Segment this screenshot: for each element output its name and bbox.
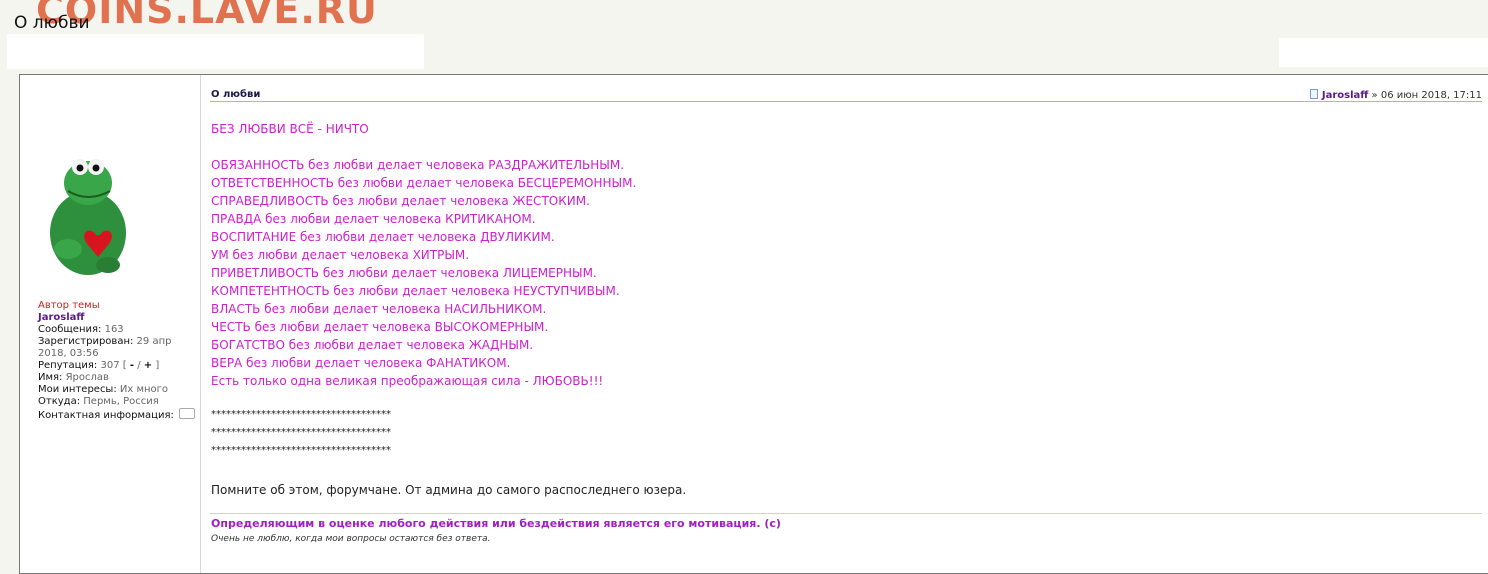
page-title[interactable]: О любви	[14, 13, 90, 33]
message-icon[interactable]	[179, 408, 196, 419]
avatar[interactable]	[38, 153, 138, 283]
author-info: Автор темы Jaroslaff Сообщения: 163 Заре…	[38, 300, 198, 422]
signature-divider	[210, 513, 1482, 514]
posts-label: Сообщения:	[38, 324, 102, 335]
location: Откуда: Пермь, Россия	[38, 396, 198, 408]
from-value: Пермь, Россия	[83, 396, 159, 407]
rep-bracket-close: ]	[155, 360, 160, 371]
text-line: ЧЕСТЬ без любви делает человека ВЫСОКОМЕ…	[211, 320, 549, 334]
post-meta: Jaroslaff » 06 июн 2018, 17:11	[1309, 89, 1482, 101]
from-label: Откуда:	[38, 396, 81, 407]
text-line: БОГАТСТВО без любви делает человека ЖАДН…	[211, 338, 534, 352]
post-icon[interactable]	[1309, 89, 1318, 99]
text-line: СПРАВЕДЛИВОСТЬ без любви делает человека…	[211, 194, 590, 208]
author-profile: Автор темы Jaroslaff Сообщения: 163 Заре…	[20, 75, 201, 573]
text-line: ПРИВЕТЛИВОСТЬ без любви делает человека …	[211, 266, 597, 280]
stars-line: ************************************	[211, 427, 391, 438]
author-name-link[interactable]: Jaroslaff	[38, 312, 198, 324]
header-blank-right	[1279, 38, 1488, 67]
real-name: Имя: Ярослав	[38, 372, 198, 384]
post-header: О любви Jaroslaff » 06 июн 2018, 17:11	[210, 83, 1482, 102]
text-line: УМ без любви делает человека ХИТРЫМ.	[211, 248, 470, 262]
rep-separator: /	[137, 360, 141, 371]
text-line: ОБЯЗАННОСТЬ без любви делает человека РА…	[211, 158, 625, 172]
text-line: ВОСПИТАНИЕ без любви делает человека ДВУ…	[211, 230, 555, 244]
posts-value[interactable]: 163	[105, 324, 124, 335]
registered: Зарегистрирован: 29 апр 2018, 03:56	[38, 336, 198, 360]
posts-count: Сообщения: 163	[38, 324, 198, 336]
interests-label: Мои интересы:	[38, 384, 117, 395]
line-list: ОБЯЗАННОСТЬ без любви делает человека РА…	[211, 156, 1481, 390]
signature-quote: Определяющим в оценке любого действия ил…	[211, 517, 781, 530]
post-body-area: О любви Jaroslaff » 06 июн 2018, 17:11 Б…	[210, 83, 1482, 544]
author-role: Автор темы	[38, 300, 100, 311]
meta-separator: »	[1368, 90, 1381, 101]
stars-line: ************************************	[211, 409, 391, 420]
registered-label: Зарегистрирован:	[38, 336, 134, 347]
text-line: ОТВЕТСТВЕННОСТЬ без любви делает человек…	[211, 176, 637, 190]
reputation-plus-button[interactable]: +	[144, 360, 152, 371]
post-content: БЕЗ ЛЮБВИ ВСЁ - НИЧТО ОБЯЗАННОСТЬ без лю…	[211, 120, 1481, 499]
rep-bracket-open: [	[122, 360, 127, 371]
text-line: ВЕРА без любви делает человека ФАНАТИКОМ…	[211, 356, 511, 370]
forum-post: Автор темы Jaroslaff Сообщения: 163 Заре…	[19, 74, 1488, 574]
text-line: КОМПЕТЕНТНОСТЬ без любви делает человека…	[211, 284, 620, 298]
divider-stars: ************************************ ***…	[211, 406, 1481, 460]
post-subject-link[interactable]: О любви	[211, 89, 260, 100]
meta-author-link[interactable]: Jaroslaff	[1322, 90, 1369, 101]
reputation-controls: [ - / + ]	[123, 360, 159, 371]
reputation: Репутация: 307 [ - / + ]	[38, 360, 198, 372]
meta-date: 06 июн 2018, 17:11	[1380, 90, 1482, 101]
interests-value: Их много	[119, 384, 169, 395]
post-heading: БЕЗ ЛЮБВИ ВСЁ - НИЧТО	[211, 122, 369, 136]
text-line: Есть только одна великая преображающая с…	[211, 374, 604, 388]
text-line: ПРАВДА без любви делает человека КРИТИКА…	[211, 212, 536, 226]
stars-line: ************************************	[211, 445, 391, 456]
reputation-label: Репутация:	[38, 360, 98, 371]
contact-label: Контактная информация:	[38, 410, 174, 421]
reputation-minus-button[interactable]: -	[130, 360, 134, 371]
contact-info: Контактная информация:	[38, 408, 198, 422]
header-blank-left	[7, 34, 424, 69]
signature-note: Очень не люблю, когда мои вопросы остают…	[211, 534, 491, 544]
name-value: Ярослав	[65, 372, 109, 383]
text-line: ВЛАСТЬ без любви делает человека НАСИЛЬН…	[211, 302, 547, 316]
closing-text: Помните об этом, форумчане. От админа до…	[211, 483, 687, 497]
name-label: Имя:	[38, 372, 63, 383]
reputation-value[interactable]: 307	[100, 360, 119, 371]
interests: Мои интересы: Их много	[38, 384, 198, 396]
